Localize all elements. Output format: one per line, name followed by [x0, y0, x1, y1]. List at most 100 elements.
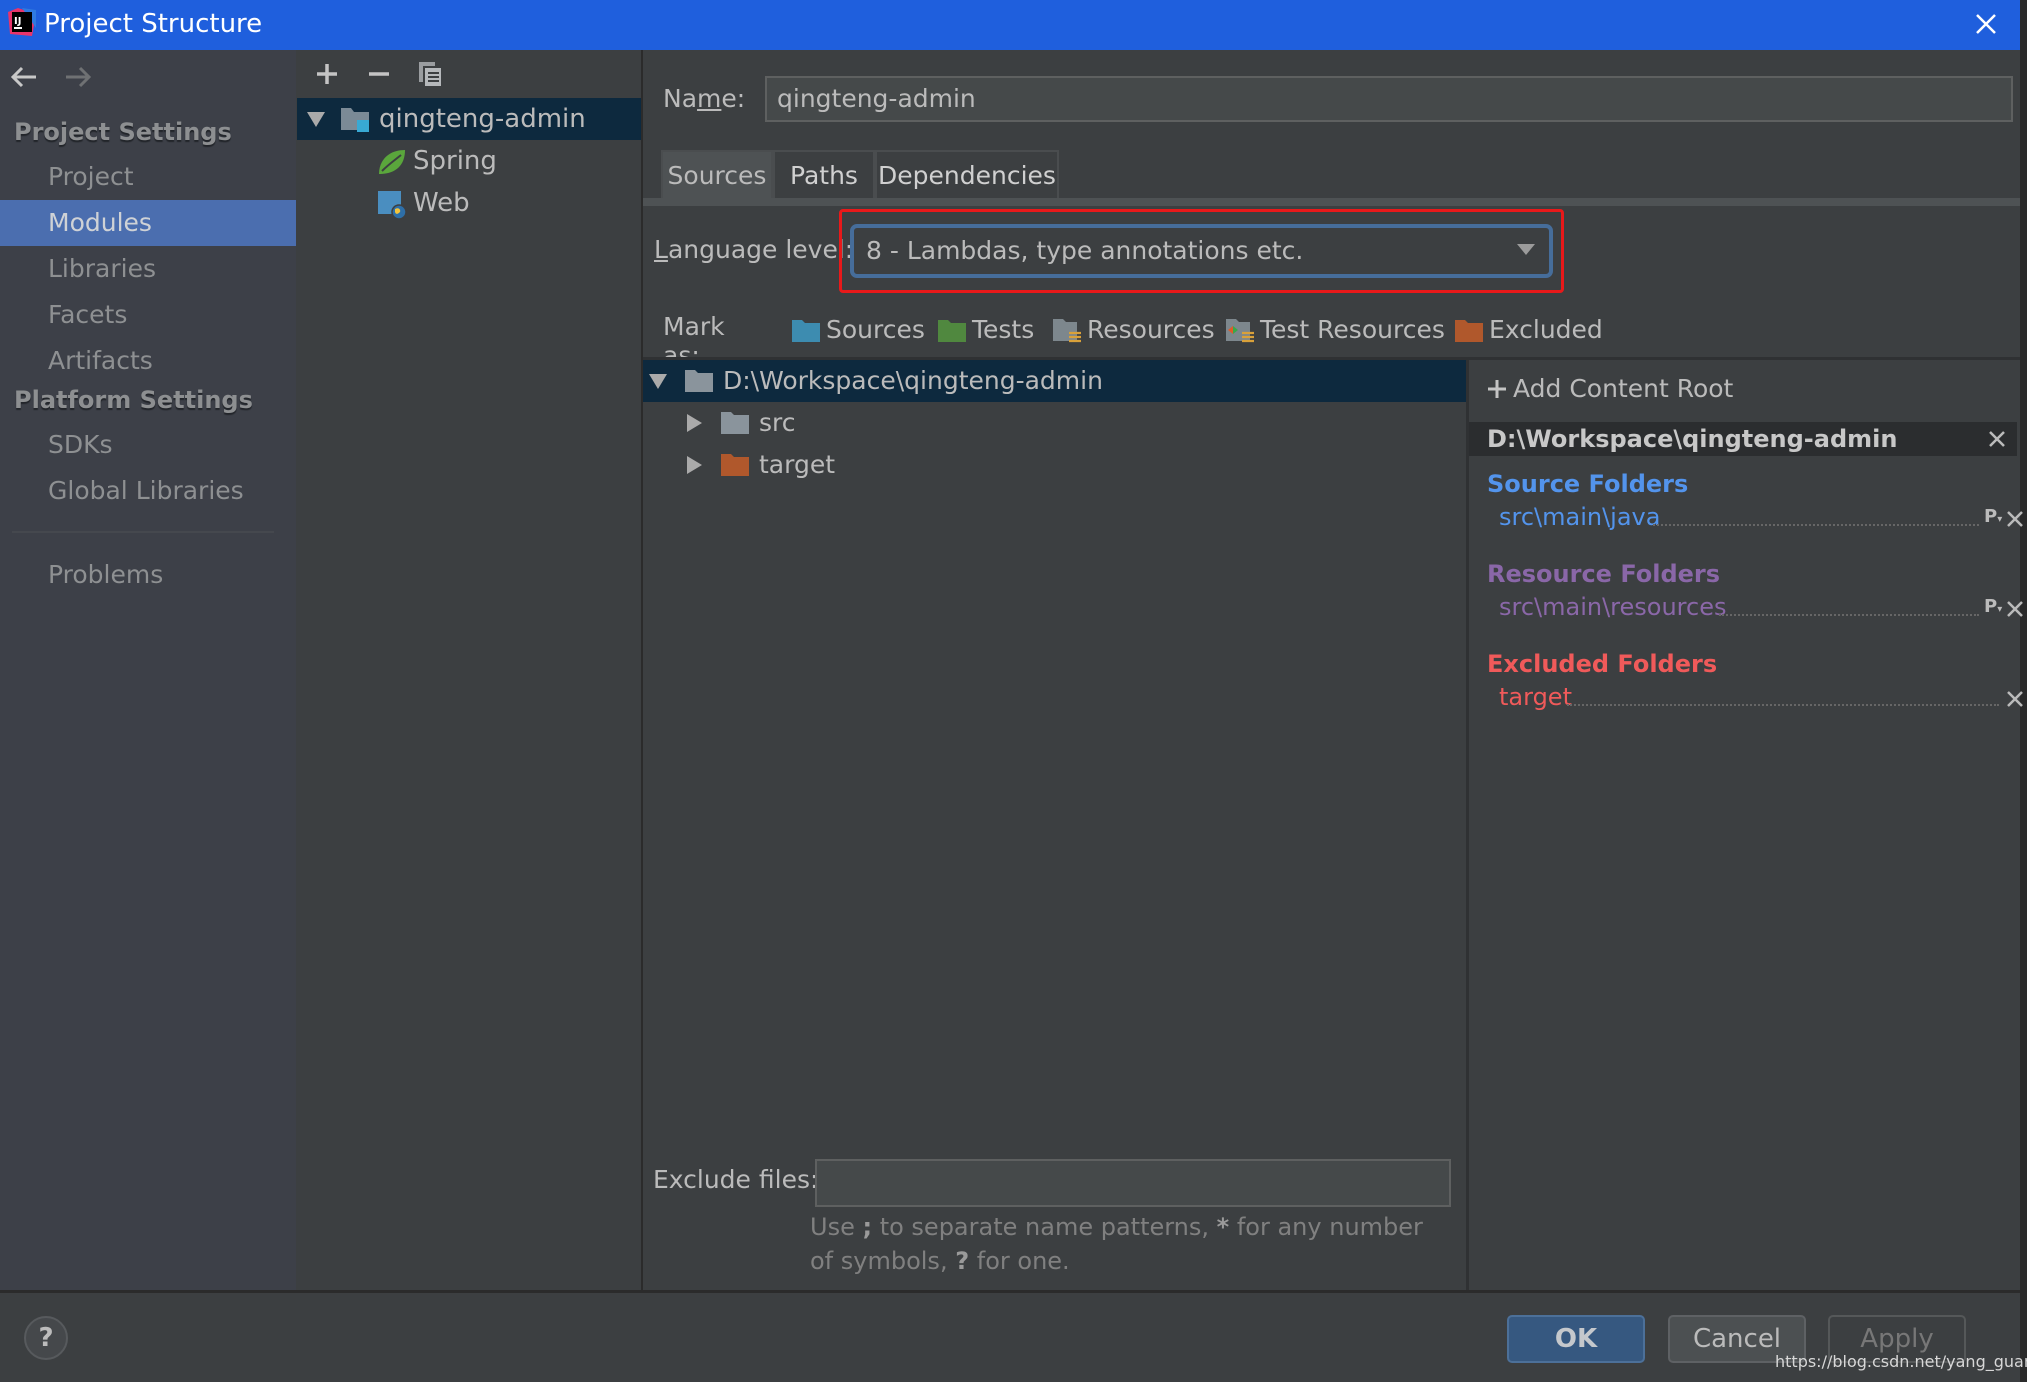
help-button[interactable]: ? — [24, 1316, 68, 1360]
hint-text: Use — [810, 1213, 863, 1241]
mark-excluded-label: Excluded — [1489, 315, 1603, 344]
sidebar-item-facets[interactable]: Facets — [0, 292, 296, 338]
remove-icon[interactable] — [363, 58, 395, 90]
mark-as-resources-button[interactable]: Resources — [1053, 310, 1215, 350]
excluded-folder-path[interactable]: target — [1499, 683, 1572, 711]
sidebar-item-project[interactable]: Project — [0, 154, 296, 200]
resource-folders-heading: Resource Folders — [1487, 560, 1721, 588]
sidebar-item-sdks[interactable]: SDKs — [0, 422, 296, 468]
language-level-value: 8 - Lambdas, type annotations etc. — [866, 236, 1304, 265]
content-tree-root[interactable]: D:\Workspace\qingteng-admin — [643, 360, 1466, 402]
expand-caret-icon[interactable] — [687, 414, 702, 432]
window-title: Project Structure — [44, 9, 263, 39]
sidebar-item-libraries[interactable]: Libraries — [0, 246, 296, 292]
test-resources-folder-icon — [1226, 319, 1254, 343]
resource-folder-path[interactable]: src\main\resources — [1499, 593, 1726, 621]
hint-text: for one. — [969, 1247, 1070, 1275]
package-prefix-icon[interactable]: P▾ — [1984, 506, 2002, 527]
remove-excluded-folder-icon[interactable] — [2005, 689, 2025, 709]
copy-icon[interactable] — [415, 58, 447, 90]
settings-sidebar: Project Settings Project Modules Librari… — [0, 50, 296, 1290]
package-prefix-icon[interactable]: P▾ — [1984, 596, 2002, 617]
content-root-header: D:\Workspace\qingteng-admin — [1469, 422, 2017, 456]
source-folder-item: src\main\java — [1499, 500, 1979, 534]
resource-folder-item: src\main\resources — [1499, 590, 1979, 624]
dotted-leader — [1567, 704, 1999, 706]
mark-as-sources-button[interactable]: Sources — [792, 310, 925, 350]
dialog-footer: ? OK Cancel Apply https://blog.csdn.net/… — [0, 1290, 2027, 1382]
content-root-header-path: D:\Workspace\qingteng-admin — [1487, 425, 1898, 453]
add-icon — [1488, 380, 1506, 398]
folder-src-label: src — [759, 408, 796, 437]
dotted-leader — [1719, 614, 1979, 616]
hint-text: to separate name patterns, — [872, 1213, 1217, 1241]
remove-source-folder-icon[interactable] — [2005, 509, 2025, 529]
arrow-right-icon[interactable] — [62, 62, 94, 92]
sidebar-divider — [12, 531, 274, 533]
tab-paths[interactable]: Paths — [773, 150, 875, 198]
tests-folder-icon — [938, 320, 966, 342]
add-icon[interactable] — [311, 58, 343, 90]
sidebar-item-problems[interactable]: Problems — [0, 552, 296, 598]
resources-folder-icon — [1053, 319, 1081, 343]
svg-text:IJ: IJ — [14, 16, 21, 27]
folder-target-label: target — [759, 450, 836, 479]
exclude-files-hint: Use ; to separate name patterns, * for a… — [810, 1210, 1450, 1278]
add-content-root-button[interactable]: Add Content Root — [1487, 374, 1733, 403]
language-level-label: Language level: — [654, 235, 854, 264]
sources-folder-icon — [792, 320, 820, 342]
excluded-folder-icon — [1455, 320, 1483, 342]
tree-item-spring[interactable]: Spring — [297, 140, 641, 182]
add-content-root-label: Add Content Root — [1513, 374, 1734, 403]
mark-as-excluded-button[interactable]: Excluded — [1455, 310, 1603, 350]
language-level-dropdown[interactable]: 8 - Lambdas, type annotations etc. — [850, 224, 1553, 278]
content-root-tree: D:\Workspace\qingteng-admin src target — [643, 360, 1466, 1290]
mark-sources-label: Sources — [826, 315, 925, 344]
tab-sources[interactable]: Sources — [661, 150, 773, 198]
source-folder-path[interactable]: src\main\java — [1499, 503, 1660, 531]
sidebar-item-global-libraries[interactable]: Global Libraries — [0, 468, 296, 514]
facet-web-label: Web — [413, 188, 470, 218]
collapse-caret-icon[interactable] — [649, 374, 667, 389]
tab-dependencies[interactable]: Dependencies — [875, 150, 1059, 198]
remove-resource-folder-icon[interactable] — [2005, 599, 2025, 619]
content-root-path: D:\Workspace\qingteng-admin — [723, 366, 1103, 395]
close-icon[interactable] — [1970, 8, 2002, 40]
content-tree-item-src[interactable]: src — [643, 402, 1466, 444]
content-roots-panel: Add Content Root D:\Workspace\qingteng-a… — [1469, 360, 2023, 1290]
module-editor: Name: qingteng-admin Sources Paths Depen… — [643, 50, 2023, 1290]
ok-button[interactable]: OK — [1507, 1315, 1645, 1363]
mark-as-test-resources-button[interactable]: Test Resources — [1226, 310, 1445, 350]
folder-icon — [685, 370, 713, 392]
module-name: qingteng-admin — [379, 104, 586, 134]
mark-test-resources-label: Test Resources — [1260, 315, 1445, 344]
module-name-input[interactable]: qingteng-admin — [765, 76, 2013, 122]
sidebar-item-artifacts[interactable]: Artifacts — [0, 338, 296, 384]
facet-spring-label: Spring — [413, 146, 497, 176]
chevron-down-icon — [1517, 244, 1535, 255]
excluded-folder-item: target — [1499, 680, 1999, 714]
collapse-caret-icon[interactable] — [307, 112, 325, 127]
exclude-files-input[interactable] — [815, 1159, 1451, 1207]
remove-content-root-icon[interactable] — [1987, 429, 2007, 449]
title-bar: IJ Project Structure — [0, 0, 2020, 50]
tree-item-web[interactable]: Web — [297, 182, 641, 224]
mark-as-tests-button[interactable]: Tests — [938, 310, 1034, 350]
web-facet-icon — [378, 191, 407, 220]
platform-settings-heading: Platform Settings — [14, 386, 253, 414]
content-tree-item-target[interactable]: target — [643, 444, 1466, 486]
module-folder-icon — [341, 108, 369, 132]
watermark-text: https://blog.csdn.net/yang_guang3 — [1775, 1352, 2027, 1371]
intellij-idea-icon: IJ — [8, 8, 36, 36]
sidebar-item-modules[interactable]: Modules — [0, 200, 296, 246]
arrow-left-icon[interactable] — [8, 62, 40, 92]
folder-icon — [721, 412, 749, 434]
expand-caret-icon[interactable] — [687, 456, 702, 474]
excluded-folder-icon — [721, 454, 749, 476]
tab-underline — [643, 198, 2020, 206]
tree-item-module[interactable]: qingteng-admin — [297, 98, 641, 140]
mark-resources-label: Resources — [1087, 315, 1215, 344]
hint-symbol: ; — [862, 1213, 873, 1241]
excluded-folders-heading: Excluded Folders — [1487, 650, 1718, 678]
mark-tests-label: Tests — [972, 315, 1035, 344]
